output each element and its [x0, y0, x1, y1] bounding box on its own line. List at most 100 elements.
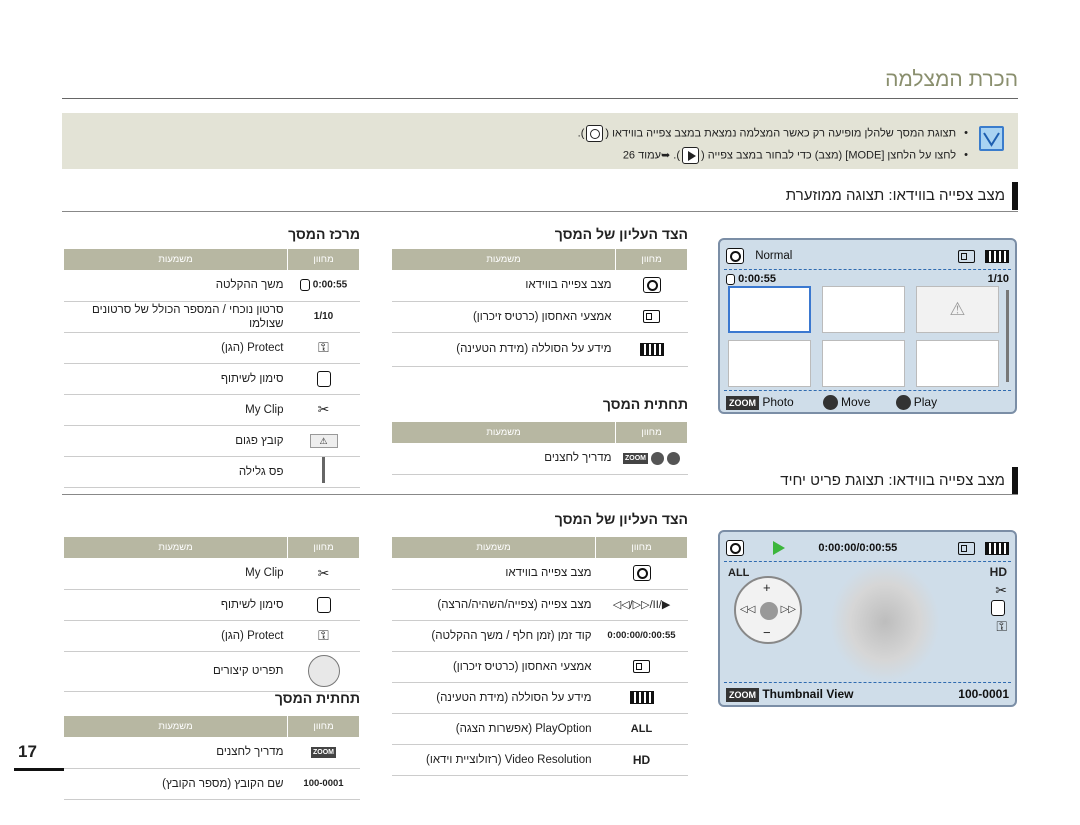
photo-label: Photo	[762, 395, 794, 409]
row-text: מצב צפייה בווידאו	[392, 558, 596, 590]
t1-mid-table: משמעות מחוון משך ההקלטה 0:00:55 סרטון נוכח…	[64, 249, 360, 488]
row-text: משך ההקלטה	[64, 270, 288, 302]
panel1-info-row: 0:00:55 1/10	[726, 273, 1009, 285]
table-row: מצב צפייה בווידאו	[392, 270, 688, 302]
row-text: Video Resolution (רזולוציית וידאו)	[392, 744, 596, 776]
thumbnail-6[interactable]	[916, 340, 999, 387]
table-row: מדריך לחצנים ZOOM	[392, 443, 688, 475]
video-mode-icon	[726, 248, 744, 264]
row-text: שם הקובץ (מספר הקובץ)	[64, 768, 288, 800]
table-row: PlayOption (אפשרות הצגה) ALL	[392, 713, 688, 745]
col-indicator: מחוון	[615, 249, 688, 270]
section-1-title: מצב צפייה בווידאו: תצוגה ממוזערת	[785, 186, 1005, 204]
col-indicator: מחוון	[287, 537, 360, 558]
table-row: אמצעי האחסון (כרטיס זיכרון)	[392, 301, 688, 333]
duration-value: 0:00:55	[738, 273, 776, 285]
play-icon	[667, 451, 680, 465]
t1-mid-title: מרכז המסך	[288, 226, 360, 242]
zoom-button[interactable]: ZOOM	[726, 688, 759, 702]
video-mode-icon	[726, 540, 744, 556]
thumbnail-5[interactable]	[822, 340, 905, 387]
minus-icon[interactable]: −	[763, 625, 771, 640]
table-row: קובץ פגום ⚠	[64, 425, 360, 457]
row-text: PlayOption (אפשרות הצגה)	[392, 713, 596, 745]
t1-top-title: הצד העליון של המסך	[554, 226, 688, 242]
table-row: פס גלילה	[64, 456, 360, 488]
duration-value: 0:00:55	[312, 279, 348, 291]
thumbnail-view-screen: Normal 0:00:55 1/10 ⚠ ZOOM Photo Move Pl…	[718, 238, 1017, 414]
zoom-button[interactable]: ZOOM	[726, 396, 759, 410]
col-meaning: משמעות	[392, 537, 596, 558]
table-row: מידע על הסוללה (מידת הטעינה)	[392, 332, 688, 367]
single-view-screen: 0:00:00/0:00:55 ALL HD ✂ ⚿ + − ◁◁ ▷▷ ZOO…	[718, 530, 1017, 707]
clip-icon: ✂	[995, 582, 1007, 598]
table-row: My Clip ✂	[64, 558, 360, 590]
plus-icon[interactable]: +	[763, 580, 771, 595]
panel1-top-bar: Normal	[726, 248, 1009, 264]
thumbnail-1[interactable]	[728, 286, 811, 333]
table-row: Video Resolution (רזולוציית וידאו) HD	[392, 744, 688, 776]
t1-top-table: משמעות מחוון מצב צפייה בווידאו אמצעי האחס…	[392, 249, 688, 367]
dancer-image	[830, 562, 940, 682]
col-meaning: משמעות	[64, 249, 288, 270]
t2-bottom-table: משמעות מחוון מדריך לחצנים ZOOM שם הקובץ (מ…	[64, 716, 360, 800]
note-line-1: •תצוגת המסך שלהלן מופיעה רק כאשר המצלמה …	[578, 125, 968, 142]
t2-top-table: משמעות מחוון מצב צפייה בווידאו מצב צפייה …	[392, 537, 688, 776]
note-line-1-end: ).	[577, 127, 585, 140]
table-row: משך ההקלטה 0:00:55	[64, 270, 360, 302]
col-indicator: מחוון	[287, 249, 360, 270]
mode-label: Normal	[755, 250, 793, 263]
file-number-value: 100-0001	[958, 687, 1009, 701]
row-text: אמצעי האחסון (כרטיס זיכרון)	[392, 301, 616, 333]
hd-icon: HD	[989, 565, 1007, 579]
row-text: אמצעי האחסון (כרטיס זיכרון)	[392, 651, 596, 683]
warning-icon: ⚠	[309, 433, 338, 448]
note-box: •תצוגת המסך שלהלן מופיעה רק כאשר המצלמה …	[62, 113, 1018, 169]
t2-top-title: הצד העליון של המסך	[554, 511, 688, 527]
thumbnail-4[interactable]	[728, 340, 811, 387]
col-meaning: משמעות	[64, 537, 288, 558]
section-1-divider	[62, 211, 1018, 212]
shortcut-pad[interactable]: + − ◁◁ ▷▷	[734, 576, 802, 644]
timecode-value: 0:00:00/0:00:55	[595, 620, 688, 652]
play-mode-icon	[682, 147, 700, 164]
row-text: My Clip	[64, 558, 288, 590]
section-bar	[1012, 182, 1018, 210]
video-mode-icon	[586, 125, 604, 142]
scroll-bar-icon	[322, 457, 325, 483]
play-option-icon: ALL	[728, 567, 750, 579]
table-row: מדריך לחצנים ZOOM	[64, 737, 360, 769]
note-line-2-end: ). ➥עמוד 26	[622, 149, 681, 162]
row-text: My Clip	[64, 394, 288, 426]
share-icon	[316, 370, 331, 387]
file-number-value: 100-0001	[287, 768, 360, 800]
row-text: תפריט קיצורים	[64, 651, 288, 692]
battery-icon	[985, 250, 1009, 263]
playback-status-icon: ◁◁/▷▷/II/▶	[612, 599, 671, 611]
play-option-icon: ALL	[630, 722, 653, 735]
page-number: 17	[18, 742, 37, 761]
rewind-icon[interactable]: ◁◁	[740, 604, 755, 615]
thumbnail-3-warning[interactable]: ⚠	[916, 286, 999, 333]
forward-icon[interactable]: ▷▷	[781, 604, 796, 615]
video-play-mode-icon	[632, 565, 651, 582]
clip-icon: ✂	[317, 401, 330, 417]
zoom-icon: ZOOM	[623, 452, 648, 464]
note-line-2-text: לחצו על הלחצן [MODE] (מצב) כדי לבחור במצ…	[701, 149, 957, 162]
thumbnail-2[interactable]	[822, 286, 905, 333]
memory-card-icon	[633, 660, 650, 673]
page-title: הכרת המצלמה	[885, 68, 1018, 91]
section-2-heading: מצב צפייה בווידאו: תצוגת פריט יחיד	[780, 467, 1018, 495]
note-line-1-text: תצוגת המסך שלהלן מופיעה רק כאשר המצלמה נ…	[605, 127, 957, 140]
key-icon: ⚿	[318, 627, 329, 643]
share-icon	[991, 600, 1005, 616]
row-text: מצב צפייה בווידאו	[392, 270, 616, 302]
section-2-title: מצב צפייה בווידאו: תצוגת פריט יחיד	[780, 471, 1005, 489]
row-text: מידע על הסוללה (מידת הטעינה)	[392, 682, 596, 714]
scroll-bar[interactable]	[1006, 290, 1009, 382]
col-meaning: משמעות	[392, 249, 616, 270]
key-icon: ⚿	[318, 339, 329, 355]
row-text: סימון לשיתוף	[64, 589, 288, 621]
pause-icon[interactable]	[760, 602, 778, 620]
battery-icon	[629, 691, 654, 704]
